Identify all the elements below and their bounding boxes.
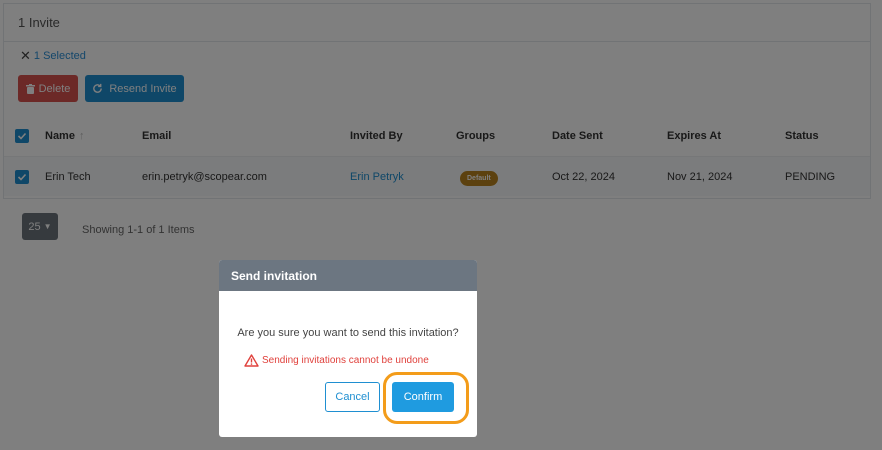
dialog-warning: Sending invitations cannot be undone: [244, 354, 429, 367]
send-invitation-dialog: Send invitation Are you sure you want to…: [219, 260, 477, 437]
warning-text: Sending invitations cannot be undone: [262, 355, 429, 366]
dialog-message: Are you sure you want to send this invit…: [237, 327, 459, 339]
warning-icon: [244, 354, 259, 367]
cancel-button[interactable]: Cancel: [325, 382, 380, 412]
confirm-button[interactable]: Confirm: [392, 382, 454, 412]
dialog-title: Send invitation: [219, 260, 477, 291]
